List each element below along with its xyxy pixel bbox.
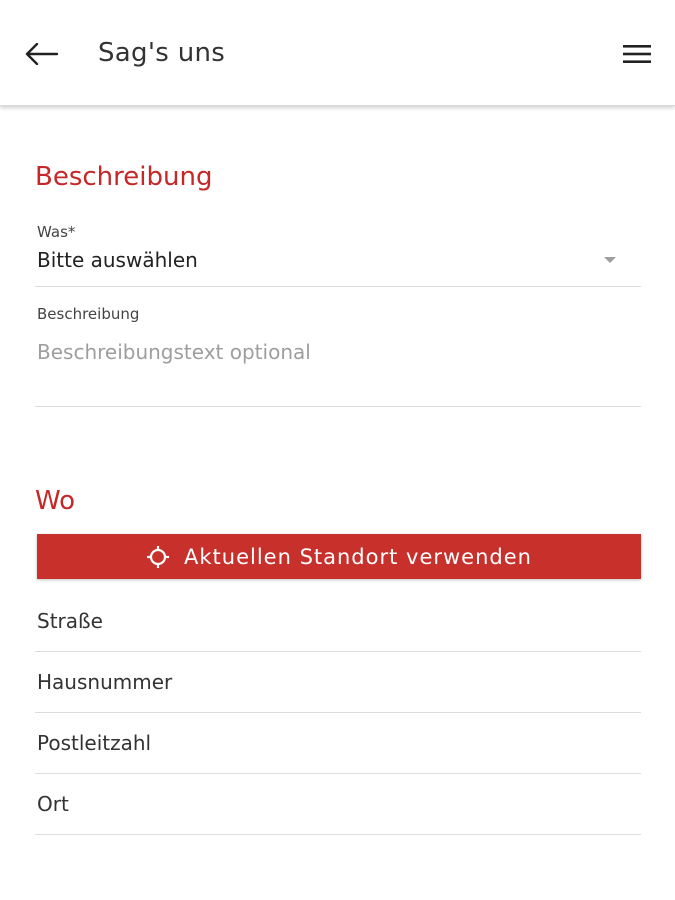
menu-button[interactable] xyxy=(617,34,657,74)
city-input[interactable]: Ort xyxy=(35,777,641,835)
divider xyxy=(35,406,641,407)
postal-code-placeholder: Postleitzahl xyxy=(37,731,152,755)
street-input[interactable]: Straße xyxy=(35,594,641,652)
use-current-location-button[interactable]: Aktuellen Standort verwenden xyxy=(37,534,641,579)
description-label: Beschreibung xyxy=(37,305,140,323)
divider xyxy=(35,651,641,652)
use-current-location-label: Aktuellen Standort verwenden xyxy=(184,544,532,569)
app-bar: Sag's uns xyxy=(0,0,675,106)
was-selected-value: Bitte auswählen xyxy=(37,248,198,272)
arrow-left-icon xyxy=(25,43,59,65)
divider xyxy=(35,286,641,287)
section-title-beschreibung: Beschreibung xyxy=(35,162,213,192)
city-placeholder: Ort xyxy=(37,792,69,816)
house-number-input[interactable]: Hausnummer xyxy=(35,655,641,713)
divider xyxy=(35,834,641,835)
divider xyxy=(35,712,641,713)
street-placeholder: Straße xyxy=(37,609,103,633)
back-button[interactable] xyxy=(18,34,66,74)
dropdown-arrow-icon xyxy=(604,257,616,263)
hamburger-menu-icon xyxy=(623,45,651,63)
crosshair-icon xyxy=(146,545,170,569)
was-label: Was* xyxy=(37,223,76,241)
page-title: Sag's uns xyxy=(98,38,226,68)
divider xyxy=(35,773,641,774)
description-placeholder: Beschreibungstext optional xyxy=(37,340,311,364)
house-number-placeholder: Hausnummer xyxy=(37,670,173,694)
section-title-wo: Wo xyxy=(35,486,76,516)
description-input[interactable]: Beschreibungstext optional xyxy=(35,330,641,406)
postal-code-input[interactable]: Postleitzahl xyxy=(35,716,641,774)
was-select[interactable]: Bitte auswählen xyxy=(35,240,641,286)
